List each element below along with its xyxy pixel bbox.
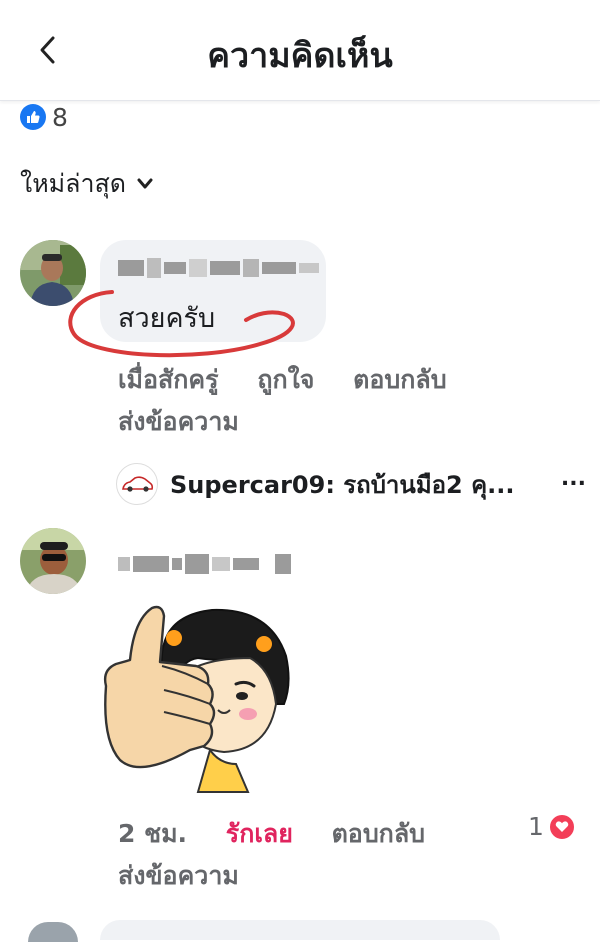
heart-icon bbox=[547, 812, 576, 841]
reply-preview[interactable]: Supercar09: รถบ้านมือ2 คุ... ... bbox=[116, 462, 600, 506]
obscured-commenter-name bbox=[118, 554, 291, 574]
comment-timestamp: เมื่อสักครู่ bbox=[118, 365, 219, 394]
reply-preview-text: Supercar09: รถบ้านมือ2 คุ... bbox=[170, 470, 515, 499]
comment-actions: 2 ชม. รักเลย ตอบกลับ bbox=[118, 814, 455, 854]
commenter-avatar[interactable] bbox=[20, 528, 86, 594]
sort-dropdown[interactable]: ใหม่ล่าสุด bbox=[20, 164, 154, 204]
reaction-summary[interactable]: 8 bbox=[20, 102, 68, 132]
thumbs-up-girl-sticker bbox=[103, 605, 290, 793]
reply-avatar bbox=[116, 463, 158, 505]
send-message-button[interactable]: ส่งข้อความ bbox=[118, 856, 239, 896]
car-logo-icon bbox=[122, 476, 154, 492]
sort-label: ใหม่ล่าสุด bbox=[20, 169, 127, 198]
reaction-count: 8 bbox=[52, 102, 68, 132]
page-title: ความคิดเห็น bbox=[207, 36, 393, 76]
next-comment-bubble[interactable] bbox=[100, 920, 500, 940]
chevron-down-icon bbox=[137, 178, 153, 189]
send-message-button[interactable]: ส่งข้อความ bbox=[118, 402, 239, 442]
reply-more[interactable]: ... bbox=[561, 466, 586, 491]
like-button[interactable]: ถูกใจ bbox=[257, 365, 314, 394]
comment-reaction-count[interactable]: 1 bbox=[528, 812, 576, 841]
top-bar: ความคิดเห็น bbox=[0, 0, 600, 101]
love-reaction-button[interactable]: รักเลย bbox=[226, 819, 293, 848]
red-circle-annotation bbox=[68, 290, 295, 358]
reply-button[interactable]: ตอบกลับ bbox=[353, 365, 446, 394]
comment-timestamp: 2 ชม. bbox=[118, 819, 188, 848]
like-icon bbox=[20, 104, 46, 130]
obscured-commenter-name bbox=[118, 258, 319, 278]
comment-actions: เมื่อสักครู่ ถูกใจ ตอบกลับ bbox=[118, 360, 477, 400]
next-commenter-avatar[interactable] bbox=[28, 922, 78, 942]
reply-button[interactable]: ตอบกลับ bbox=[332, 819, 425, 848]
